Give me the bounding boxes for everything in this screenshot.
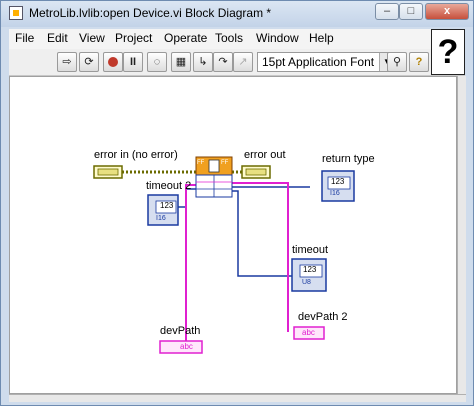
toolbar: ⇨ ⟳ II ◌ ▦ ↳ ↷ ↗ 15pt Application Font ▼…: [9, 49, 465, 76]
devpath2-type: abc: [302, 328, 315, 337]
title-bar[interactable]: MetroLib.lvlib:open Device.vi Block Diag…: [1, 1, 473, 27]
menu-tools[interactable]: Tools: [215, 31, 243, 45]
menu-bar: File Edit View Project Operate Tools Win…: [9, 29, 465, 49]
devpath-label: devPath: [160, 325, 201, 337]
vertical-scrollbar[interactable]: [457, 76, 466, 394]
window-title: MetroLib.lvlib:open Device.vi Block Diag…: [29, 6, 272, 20]
block-diagram-canvas[interactable]: error in (no error) error out return typ…: [9, 76, 457, 394]
timeout-indicator[interactable]: [291, 258, 327, 292]
run-continuously-icon[interactable]: ⟳: [79, 52, 99, 72]
menu-window[interactable]: Window: [256, 31, 299, 45]
menu-file[interactable]: File: [15, 31, 34, 45]
timeout-dtype: U8: [302, 279, 311, 286]
node-ff-left: FF: [197, 160, 205, 166]
search-icon[interactable]: ⚲: [387, 52, 407, 72]
menu-edit[interactable]: Edit: [47, 31, 68, 45]
horizontal-scrollbar[interactable]: [9, 394, 466, 402]
menu-view[interactable]: View: [79, 31, 105, 45]
devpath2-wire[interactable]: [232, 182, 289, 332]
step-into-icon[interactable]: ↳: [193, 52, 213, 72]
step-out-icon[interactable]: ↗: [233, 52, 253, 72]
timeout2-dtype: I16: [156, 215, 166, 222]
close-button[interactable]: x: [425, 3, 469, 20]
return-type-label: return type: [322, 153, 375, 165]
devpath2-label: devPath 2: [298, 311, 348, 323]
devpath-wire[interactable]: [185, 184, 198, 347]
timeout2-label: timeout 2: [146, 180, 192, 192]
block-diagram-icon: [9, 6, 23, 20]
pause-icon[interactable]: II: [123, 52, 143, 72]
devpath-type: abc: [180, 342, 193, 351]
menu-operate[interactable]: Operate: [164, 31, 207, 45]
error-out-label: error out: [244, 149, 286, 161]
font-select[interactable]: 15pt Application Font ▼: [257, 52, 395, 72]
diagram-svg: [93, 156, 355, 354]
vi-icon-help[interactable]: ?: [431, 29, 465, 75]
timeout-label: timeout: [292, 244, 329, 256]
menu-project[interactable]: Project: [115, 31, 152, 45]
timeout2-value: 123: [160, 201, 174, 210]
context-help-icon[interactable]: ?: [409, 52, 429, 72]
minimize-button[interactable]: –: [375, 3, 399, 20]
highlight-execution-icon[interactable]: ◌: [147, 52, 167, 72]
step-over-icon[interactable]: ↷: [213, 52, 233, 72]
error-in-control[interactable]: [93, 165, 123, 179]
timeout-wire[interactable]: [220, 190, 292, 277]
run-arrow-icon[interactable]: ⇨: [57, 52, 77, 72]
timeout-value: 123: [303, 265, 317, 274]
error-in-label: error in (no error): [94, 149, 178, 161]
menu-help[interactable]: Help: [309, 31, 334, 45]
retain-wire-values-icon[interactable]: ▦: [171, 52, 191, 72]
node-ff-right: FF: [221, 160, 229, 166]
return-type-value: 123: [331, 177, 345, 186]
maximize-button[interactable]: □: [399, 3, 423, 20]
return-type-dtype: I16: [330, 190, 340, 197]
abort-icon[interactable]: [103, 52, 123, 72]
font-select-value: 15pt Application Font: [262, 55, 375, 69]
labview-window: MetroLib.lvlib:open Device.vi Block Diag…: [0, 0, 474, 406]
error-out-indicator[interactable]: [241, 165, 271, 179]
